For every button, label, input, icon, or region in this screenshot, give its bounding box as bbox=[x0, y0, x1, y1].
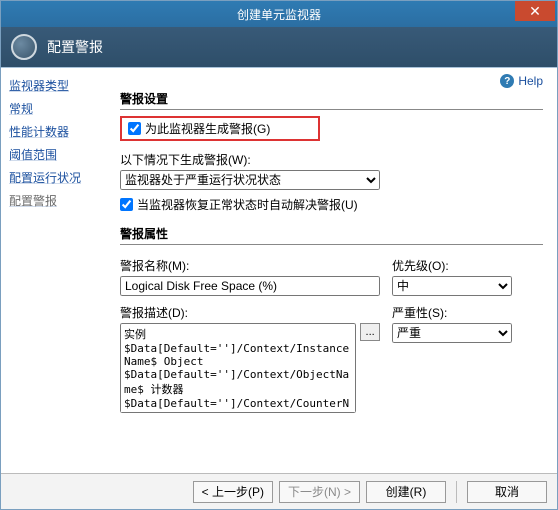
sidebar-item-health[interactable]: 配置运行状况 bbox=[7, 166, 110, 189]
header-title: 配置警报 bbox=[47, 37, 103, 57]
wizard-body: 监视器类型 常规 性能计数器 阈值范围 配置运行状况 配置警报 ? Help 警… bbox=[1, 67, 557, 473]
autoresolve-checkbox[interactable] bbox=[120, 198, 133, 211]
alert-desc-textarea[interactable] bbox=[120, 323, 356, 413]
alert-props-header: 警报属性 bbox=[120, 225, 543, 242]
alert-desc-label: 警报描述(D): bbox=[120, 304, 380, 321]
title-bar: 创建单元监视器 ✕ bbox=[1, 1, 557, 27]
alert-settings-header: 警报设置 bbox=[120, 90, 543, 107]
wizard-window: 创建单元监视器 ✕ 配置警报 监视器类型 常规 性能计数器 阈值范围 配置运行状… bbox=[0, 0, 558, 510]
sidebar-item-monitor-type[interactable]: 监视器类型 bbox=[7, 74, 110, 97]
severity-select[interactable]: 严重 bbox=[392, 323, 512, 343]
header-icon bbox=[11, 34, 37, 60]
next-button[interactable]: 下一步(N) > bbox=[279, 481, 360, 503]
alert-name-label: 警报名称(M): bbox=[120, 257, 380, 274]
cancel-button[interactable]: 取消 bbox=[467, 481, 547, 503]
close-button[interactable]: ✕ bbox=[515, 1, 555, 21]
help-link[interactable]: ? Help bbox=[500, 74, 543, 88]
condition-label: 以下情况下生成警报(W): bbox=[120, 151, 543, 168]
alert-settings-rule bbox=[120, 109, 543, 110]
button-divider bbox=[456, 481, 457, 503]
priority-select[interactable]: 中 bbox=[392, 276, 512, 296]
alert-name-input[interactable] bbox=[120, 276, 380, 296]
window-title: 创建单元监视器 bbox=[237, 6, 321, 23]
autoresolve-row[interactable]: 当监视器恢复正常状态时自动解决警报(U) bbox=[120, 196, 543, 213]
desc-browse-button[interactable]: ... bbox=[360, 323, 380, 341]
sidebar-item-threshold[interactable]: 阈值范围 bbox=[7, 143, 110, 166]
autoresolve-label: 当监视器恢复正常状态时自动解决警报(U) bbox=[137, 196, 358, 213]
wizard-buttons: < 上一步(P) 下一步(N) > 创建(R) 取消 bbox=[1, 473, 557, 509]
sidebar-item-alert[interactable]: 配置警报 bbox=[7, 189, 110, 212]
severity-label: 严重性(S): bbox=[392, 304, 512, 321]
condition-select[interactable]: 监视器处于严重运行状况状态 bbox=[120, 170, 380, 190]
prev-button[interactable]: < 上一步(P) bbox=[193, 481, 273, 503]
wizard-sidebar: 监视器类型 常规 性能计数器 阈值范围 配置运行状况 配置警报 bbox=[1, 68, 116, 473]
generate-alert-label: 为此监视器生成警报(G) bbox=[145, 120, 270, 137]
priority-label: 优先级(O): bbox=[392, 257, 512, 274]
close-icon: ✕ bbox=[529, 3, 541, 20]
alert-props-rule bbox=[120, 244, 543, 245]
help-icon: ? bbox=[500, 74, 514, 88]
generate-alert-checkbox[interactable] bbox=[128, 122, 141, 135]
sidebar-item-perf-counter[interactable]: 性能计数器 bbox=[7, 120, 110, 143]
wizard-main: ? Help 警报设置 为此监视器生成警报(G) 以下情况下生成警报(W): 监… bbox=[116, 68, 557, 473]
sidebar-item-general[interactable]: 常规 bbox=[7, 97, 110, 120]
create-button[interactable]: 创建(R) bbox=[366, 481, 446, 503]
generate-alert-row[interactable]: 为此监视器生成警报(G) bbox=[120, 116, 320, 141]
wizard-header: 配置警报 bbox=[1, 27, 557, 67]
help-label: Help bbox=[518, 74, 543, 88]
